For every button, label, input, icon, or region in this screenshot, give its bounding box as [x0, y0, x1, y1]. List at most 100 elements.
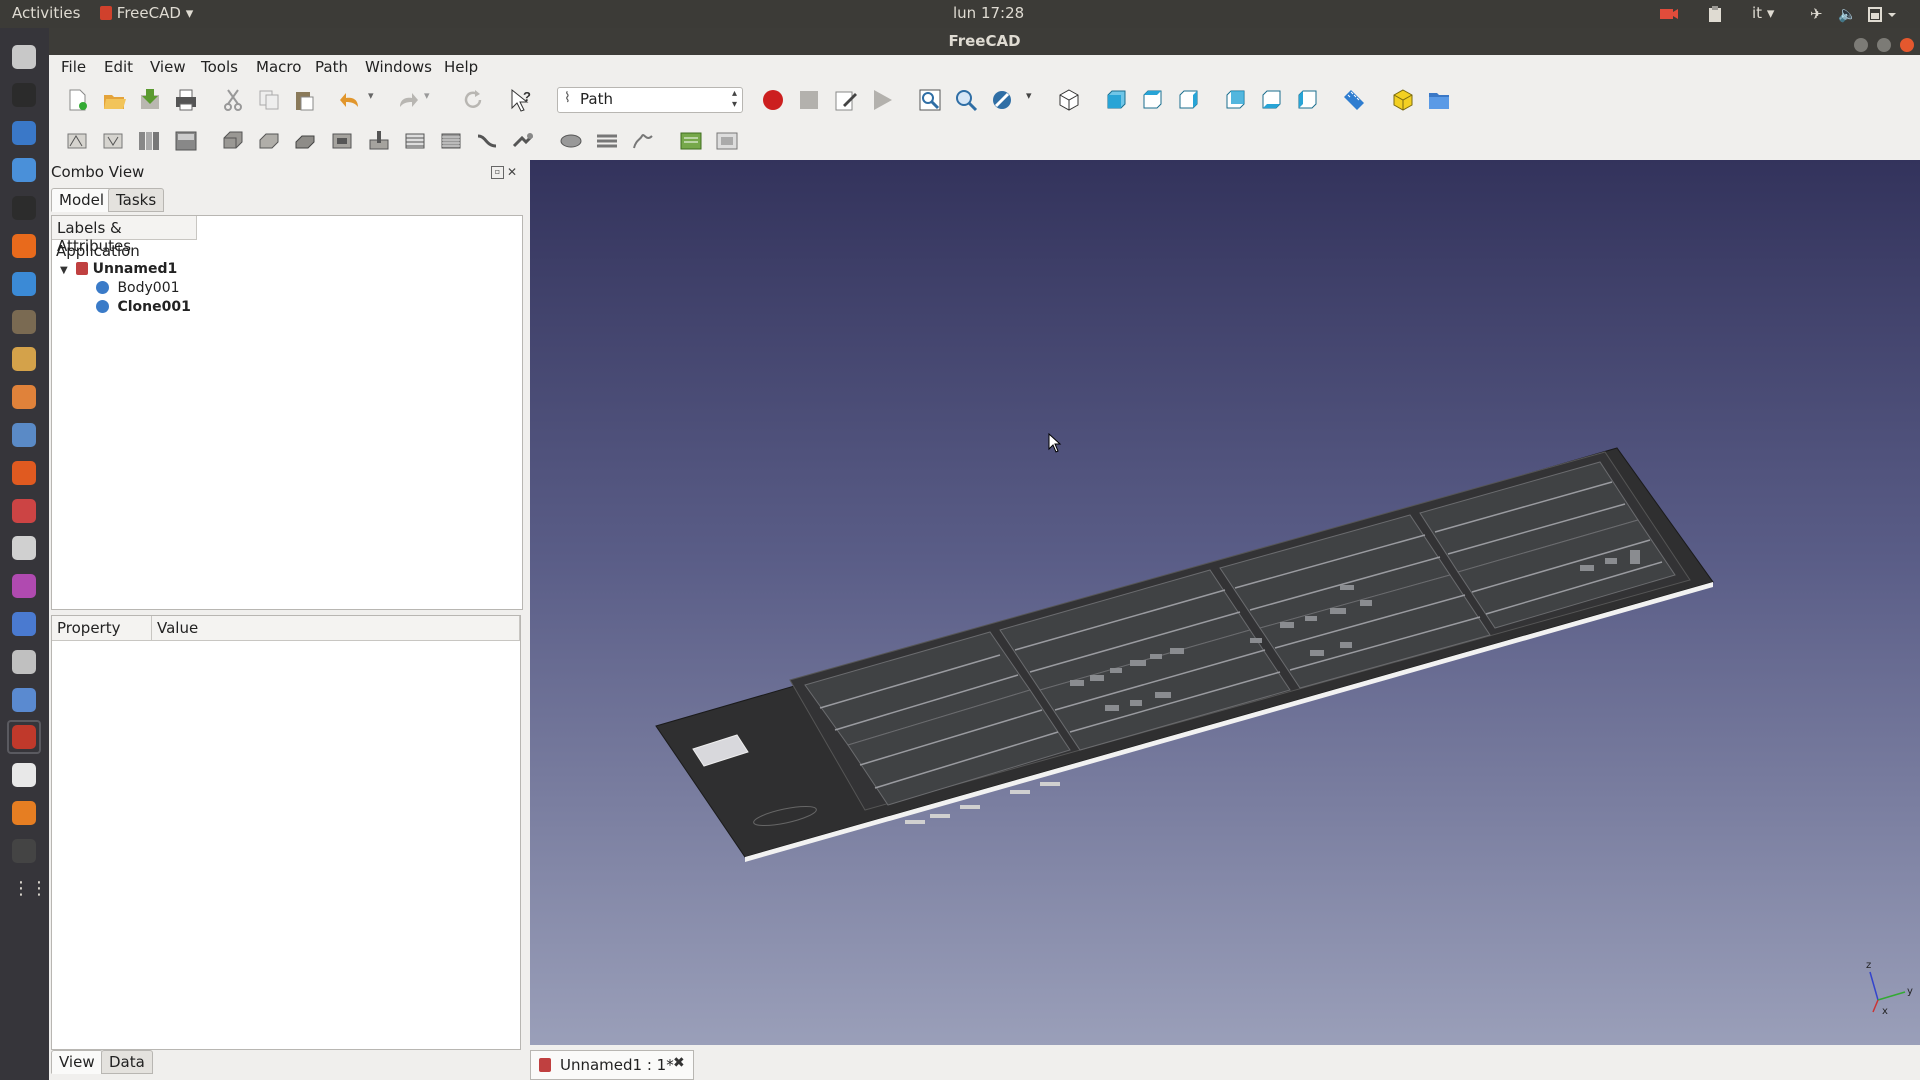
drawing-icon[interactable] [7, 342, 41, 376]
path-export-icon[interactable] [136, 128, 162, 154]
settings-icon[interactable] [7, 418, 41, 452]
tab-tasks[interactable]: Tasks [108, 188, 165, 212]
path-inspect-icon[interactable] [678, 128, 704, 154]
editor-icon[interactable] [7, 758, 41, 792]
view-front-icon[interactable] [1103, 87, 1129, 113]
path-pocket-icon[interactable] [329, 128, 355, 154]
camera-icon[interactable] [7, 531, 41, 565]
redo-icon[interactable] [394, 87, 420, 113]
menu-help[interactable]: Help [444, 58, 478, 76]
close-button[interactable] [1900, 38, 1914, 52]
inkscape-icon[interactable] [7, 78, 41, 112]
path-simulator-icon[interactable] [714, 128, 740, 154]
fit-selection-icon[interactable] [953, 87, 979, 113]
menu-path[interactable]: Path [315, 58, 348, 76]
maximize-button[interactable] [1876, 38, 1891, 52]
path-array-icon[interactable] [594, 128, 620, 154]
terminal-icon[interactable] [7, 191, 41, 225]
measure-distance-icon[interactable] [1341, 87, 1367, 113]
path-helix-icon[interactable] [438, 128, 464, 154]
macro-execute-icon[interactable] [869, 87, 895, 113]
tree-item-body[interactable]: Body001 [96, 280, 180, 296]
apps-grid-icon[interactable]: ⋮⋮⋮ [7, 872, 66, 906]
refresh-icon[interactable] [460, 87, 486, 113]
network-icon[interactable] [7, 607, 41, 641]
tab-model[interactable]: Model [51, 188, 113, 212]
close-panel-icon[interactable]: ✕ [507, 165, 517, 179]
copy-icon[interactable] [256, 87, 282, 113]
gimp-icon[interactable] [7, 305, 41, 339]
path-job-icon[interactable] [64, 128, 90, 154]
paste-icon[interactable] [291, 87, 317, 113]
clipboard-icon[interactable] [1706, 5, 1724, 23]
tree-item-document[interactable]: ▼ Unnamed1 [60, 261, 177, 277]
menu-view[interactable]: View [150, 58, 186, 76]
redo-dropdown-icon[interactable]: ▾ [424, 89, 436, 115]
window-titlebar[interactable]: FreeCAD [49, 28, 1920, 55]
files-icon[interactable] [7, 40, 41, 74]
tree-header[interactable]: Labels & Attributes [52, 216, 197, 255]
app-menu[interactable]: FreeCAD ▾ [100, 4, 193, 22]
video-editor-icon[interactable] [7, 834, 41, 868]
path-mill-face-icon[interactable] [402, 128, 428, 154]
tab-data[interactable]: Data [101, 1050, 153, 1074]
expand-arrow-icon[interactable]: ▼ [60, 265, 68, 276]
blender-icon[interactable] [7, 380, 41, 414]
macro-record-icon[interactable] [760, 87, 786, 113]
draw-style-icon[interactable] [989, 87, 1015, 113]
firefox-icon[interactable] [7, 229, 41, 263]
folder-icon[interactable] [1426, 87, 1452, 113]
activities-button[interactable]: Activities [12, 4, 80, 22]
view-top-icon[interactable] [1139, 87, 1165, 113]
view-bottom-icon[interactable] [1258, 87, 1284, 113]
open-icon[interactable] [101, 87, 127, 113]
path-simple-copy-icon[interactable] [630, 128, 656, 154]
path-post-process-icon[interactable] [100, 128, 126, 154]
software-center-icon[interactable] [7, 456, 41, 490]
screen-recorder-icon[interactable] [1659, 5, 1678, 23]
view-left-icon[interactable] [1294, 87, 1320, 113]
path-drilling-icon[interactable] [366, 128, 392, 154]
box-icon[interactable] [7, 683, 41, 717]
menu-tools[interactable]: Tools [201, 58, 238, 76]
tools-icon[interactable] [7, 494, 41, 528]
new-document-icon[interactable] [64, 87, 90, 113]
undo-dropdown-icon[interactable]: ▾ [368, 89, 380, 115]
cut-icon[interactable] [220, 87, 246, 113]
freecad-icon[interactable] [7, 720, 41, 754]
menu-macro[interactable]: Macro [256, 58, 301, 76]
part-design-icon[interactable] [1390, 87, 1416, 113]
minimize-button[interactable] [1853, 38, 1868, 52]
path-profile-icon[interactable] [220, 128, 246, 154]
tree-root-application[interactable]: Application [56, 242, 140, 260]
undo-icon[interactable] [338, 87, 364, 113]
view-isometric-icon[interactable] [1056, 87, 1082, 113]
media-icon[interactable] [7, 569, 41, 603]
3d-viewport[interactable]: z x y [530, 160, 1920, 1045]
tree-item-clone[interactable]: Clone001 [96, 299, 191, 315]
browser-icon[interactable] [7, 267, 41, 301]
vlc-icon[interactable] [7, 796, 41, 830]
document-tab[interactable]: Unnamed1 : 1* ✖ [530, 1050, 694, 1080]
float-panel-icon[interactable]: ▫ [491, 166, 504, 179]
clock[interactable]: lun 17:28 [953, 4, 1024, 22]
print-icon[interactable] [173, 87, 199, 113]
menu-edit[interactable]: Edit [104, 58, 133, 76]
eye-icon[interactable] [7, 645, 41, 679]
view-right-icon[interactable] [1175, 87, 1201, 113]
save-icon[interactable] [137, 87, 163, 113]
macro-stop-icon[interactable] [796, 87, 822, 113]
path-contour-icon[interactable] [256, 128, 282, 154]
workbench-selector[interactable]: ⌇ Path ▴ ▾ [557, 87, 743, 113]
whats-this-icon[interactable]: ? [508, 87, 534, 113]
menu-windows[interactable]: Windows [365, 58, 432, 76]
path-copy-icon[interactable] [558, 128, 584, 154]
menu-file[interactable]: File [61, 58, 86, 76]
path-sanity-icon[interactable] [173, 128, 199, 154]
path-surface-icon[interactable] [510, 128, 536, 154]
volume-icon[interactable]: 🔈 [1838, 5, 1857, 23]
draw-style-dropdown-icon[interactable]: ▾ [1026, 89, 1038, 115]
keyboard-layout-indicator[interactable]: it ▾ [1752, 4, 1774, 22]
path-engrave-icon[interactable] [474, 128, 500, 154]
battery-menu-icon[interactable] [1868, 5, 1896, 23]
